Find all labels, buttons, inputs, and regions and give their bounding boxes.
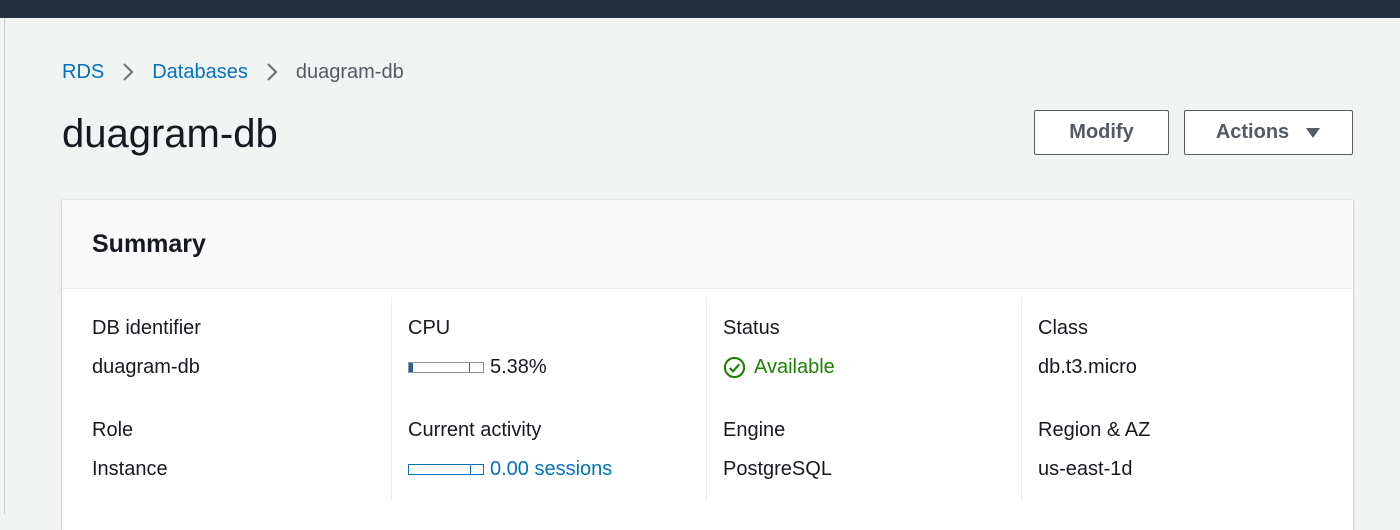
status-value: Available: [723, 356, 835, 379]
region-az-value: us-east-1d: [1038, 458, 1133, 480]
breadcrumb-databases-link[interactable]: Databases: [152, 61, 248, 84]
status-label: Status: [723, 317, 780, 339]
class-value: db.t3.micro: [1038, 356, 1137, 378]
top-navigation-bar: [0, 0, 1400, 18]
actions-dropdown-button[interactable]: Actions: [1184, 110, 1353, 155]
modify-button-label: Modify: [1069, 121, 1134, 143]
current-activity-metric: 0.00 sessions: [408, 458, 612, 481]
chevron-right-icon: [248, 62, 296, 82]
status-text: Available: [754, 356, 835, 378]
cpu-metric: 5.38%: [408, 356, 547, 379]
role-value: Instance: [92, 458, 168, 480]
modify-button[interactable]: Modify: [1034, 110, 1169, 155]
cpu-label: CPU: [408, 317, 451, 339]
class-label: Class: [1038, 317, 1089, 339]
summary-column-4: Class db.t3.micro Region & AZ us-east-1d: [1021, 297, 1354, 501]
chevron-right-icon: [104, 62, 152, 82]
summary-column-1: DB identifier duagram-db Role Instance: [62, 297, 391, 501]
page-title: duagram-db: [62, 112, 278, 156]
summary-title: Summary: [92, 229, 206, 258]
cpu-bar-fill: [409, 363, 413, 372]
breadcrumb-rds-link[interactable]: RDS: [62, 61, 104, 84]
engine-label: Engine: [723, 419, 786, 441]
summary-panel: Summary DB identifier duagram-db Role In…: [62, 200, 1353, 530]
sessions-bar: [408, 464, 484, 475]
sessions-bar-tick: [470, 465, 471, 474]
summary-column-2: CPU 5.38% Current activity 0.00 sessions: [391, 297, 707, 501]
cpu-utilization-bar: [408, 362, 484, 373]
cpu-value: 5.38%: [490, 356, 547, 378]
region-az-label: Region & AZ: [1038, 419, 1151, 441]
db-identifier-label: DB identifier: [92, 317, 201, 339]
role-label: Role: [92, 419, 134, 441]
breadcrumb: RDS Databases duagram-db: [62, 58, 404, 86]
actions-button-label: Actions: [1215, 121, 1290, 143]
side-panel-divider: [4, 18, 5, 514]
db-identifier-value: duagram-db: [92, 356, 200, 378]
sessions-link[interactable]: 0.00 sessions: [490, 458, 612, 481]
current-activity-label: Current activity: [408, 419, 542, 441]
summary-header: Summary: [62, 200, 1353, 289]
caret-down-icon: [1305, 127, 1321, 139]
summary-column-3: Status Available Engine PostgreSQL: [706, 297, 1022, 501]
check-circle-icon: [723, 356, 746, 379]
cpu-threshold-tick: [469, 363, 470, 372]
engine-value: PostgreSQL: [723, 458, 832, 480]
breadcrumb-current: duagram-db: [295, 60, 404, 83]
